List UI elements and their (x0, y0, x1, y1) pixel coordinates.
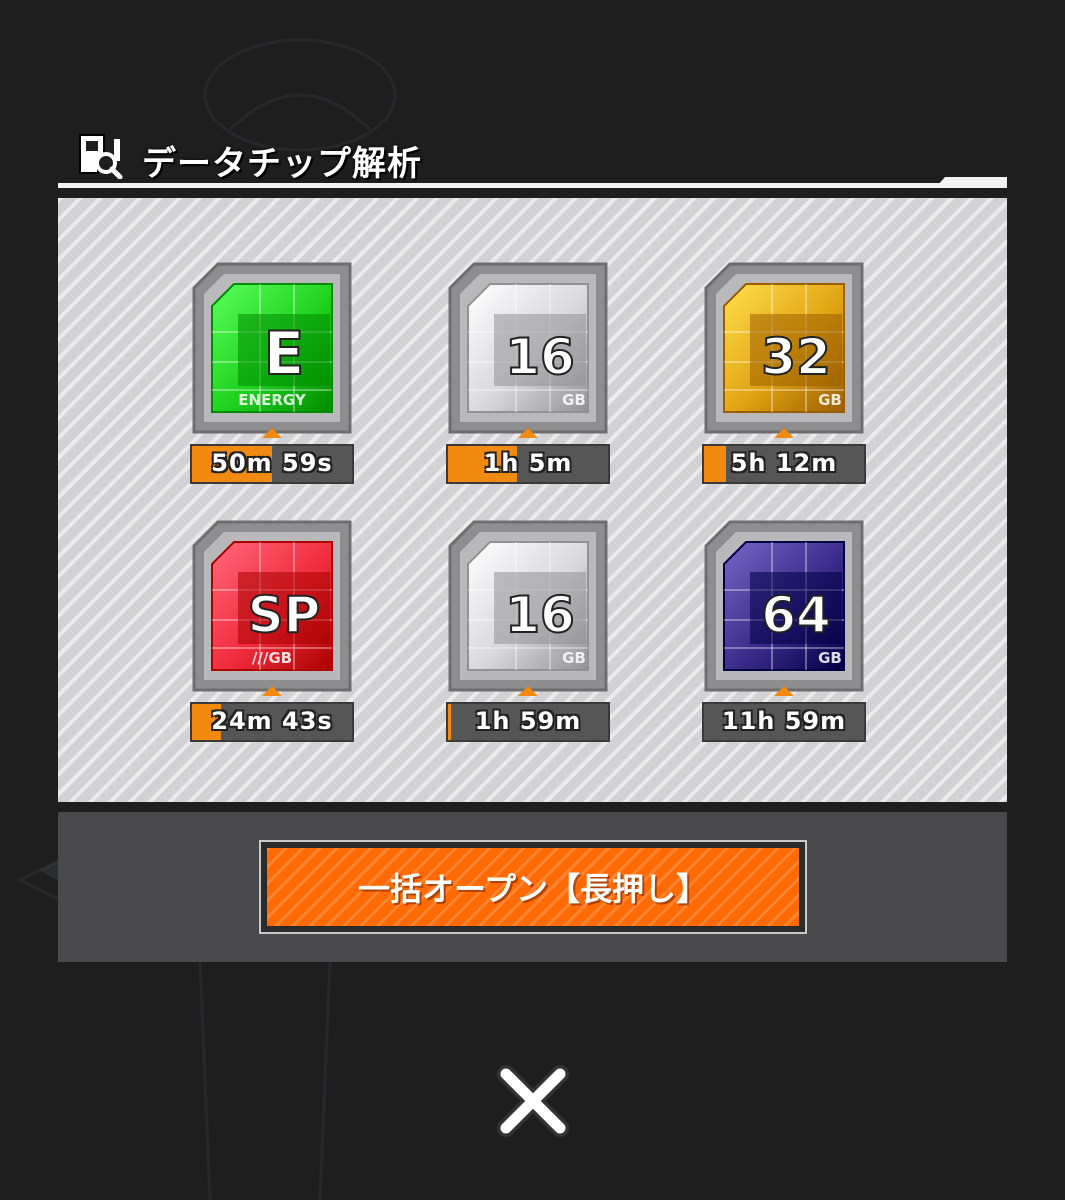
chip-grid-panel: E ENERGY 50m 59s 16 GB 1h 5m 32 GB 5h 12m SP ///GB… (58, 198, 1007, 802)
close-icon[interactable] (492, 1060, 574, 1142)
chip-sublabel: GB (818, 649, 842, 667)
chip-slot-energy[interactable]: E ENERGY 50m 59s (190, 262, 354, 492)
chip-slot-16gb-a[interactable]: 16 GB 1h 5m (446, 262, 610, 492)
timer-text: 1h 59m (474, 707, 582, 735)
chip-slot-sp[interactable]: SP ///GB 24m 43s (190, 520, 354, 750)
data-chip-32gb-icon[interactable]: 32 GB (702, 262, 866, 440)
open-all-button[interactable]: 一括オープン【長押し】 (259, 840, 807, 934)
dialog-title: データチップ解析 (142, 144, 422, 184)
chip-sublabel: ///GB (252, 649, 292, 667)
open-all-button-label: 一括オープン【長押し】 (357, 870, 709, 908)
timer-text: 5h 12m (730, 449, 838, 477)
data-chip-sp-icon[interactable]: SP ///GB (190, 520, 354, 698)
dialog-header: データチップ解析 (58, 128, 1007, 190)
chip-label: E (264, 319, 305, 389)
chip-timer: 50m 59s (190, 444, 354, 484)
title-underline (58, 183, 1007, 188)
timer-text: 24m 43s (211, 707, 333, 735)
action-panel: 一括オープン【長押し】 (58, 812, 1007, 962)
chip-slot-16gb-b[interactable]: 16 GB 1h 59m (446, 520, 610, 750)
chip-label: 16 (505, 328, 575, 386)
data-chip-64gb-icon[interactable]: 64 GB (702, 520, 866, 698)
chip-label: SP (248, 586, 321, 644)
chip-label: 32 (761, 328, 831, 386)
chip-timer: 24m 43s (190, 702, 354, 742)
chip-sublabel: ENERGY (238, 391, 307, 409)
chip-timer: 11h 59m (702, 702, 866, 742)
chip-slot-32gb[interactable]: 32 GB 5h 12m (702, 262, 866, 492)
chip-sublabel: GB (562, 649, 586, 667)
chip-label: 16 (505, 586, 575, 644)
timer-text: 50m 59s (211, 449, 333, 477)
data-chip-16gb-a-icon[interactable]: 16 GB (446, 262, 610, 440)
chip-sublabel: GB (562, 391, 586, 409)
chip-timer: 5h 12m (702, 444, 866, 484)
chip-timer: 1h 59m (446, 702, 610, 742)
chip-sublabel: GB (818, 391, 842, 409)
data-chip-energy-icon[interactable]: E ENERGY (190, 262, 354, 440)
chip-timer: 1h 5m (446, 444, 610, 484)
data-chip-16gb-b-icon[interactable]: 16 GB (446, 520, 610, 698)
data-chip-search-icon (79, 134, 123, 179)
timer-text: 11h 59m (721, 707, 847, 735)
timer-text: 1h 5m (483, 449, 573, 477)
chip-slot-64gb[interactable]: 64 GB 11h 59m (702, 520, 866, 750)
chip-label: 64 (761, 586, 831, 644)
open-all-button-face[interactable]: 一括オープン【長押し】 (267, 848, 799, 926)
